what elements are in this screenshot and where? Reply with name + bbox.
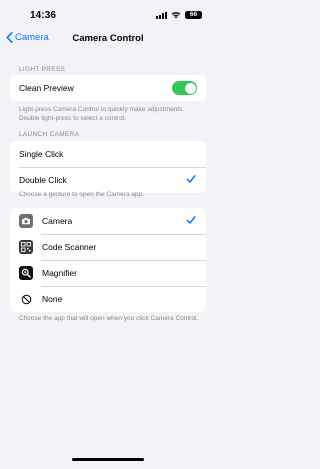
option-label: None	[42, 294, 63, 304]
cellular-signal-icon	[156, 11, 167, 19]
option-none[interactable]: None	[10, 286, 206, 312]
section-header-launch-camera: LAUNCH CAMERA	[19, 131, 80, 138]
camera-icon	[19, 214, 33, 228]
section-header-light-press: LIGHT PRESS	[19, 66, 66, 73]
option-label: Code Scanner	[42, 242, 97, 252]
option-camera[interactable]: Camera	[10, 208, 206, 234]
clean-preview-toggle[interactable]	[172, 81, 197, 95]
page-title: Camera Control	[72, 33, 144, 44]
app-selection-group: Camera Code Scanner Magnifier None	[10, 208, 206, 312]
launch-camera-footer: Choose a gesture to open the Camera app.	[19, 191, 145, 198]
option-label: Magnifier	[42, 268, 77, 278]
option-single-click[interactable]: Single Click	[10, 141, 206, 167]
light-press-group: Clean Preview	[10, 75, 206, 101]
option-magnifier[interactable]: Magnifier	[10, 260, 206, 286]
magnifier-icon	[19, 266, 33, 280]
clean-preview-label: Clean Preview	[19, 83, 74, 93]
navigation-bar: Camera Camera Control	[0, 28, 216, 50]
option-label: Camera	[42, 216, 73, 226]
status-time: 14:36	[30, 10, 57, 21]
wifi-icon	[171, 12, 181, 19]
status-icons: 66	[156, 10, 202, 20]
option-label: Single Click	[19, 149, 64, 159]
qr-code-icon	[19, 240, 33, 254]
app-selection-footer: Choose the app that will open when you c…	[19, 315, 199, 322]
status-bar: 14:36 66	[0, 0, 216, 26]
none-icon	[19, 292, 33, 306]
checkmark-icon	[186, 216, 196, 224]
toggle-knob	[184, 82, 196, 94]
option-code-scanner[interactable]: Code Scanner	[10, 234, 206, 260]
clean-preview-row: Clean Preview	[10, 75, 206, 101]
option-label: Double Click	[19, 175, 67, 185]
launch-camera-group: Single Click Double Click	[10, 141, 206, 193]
home-indicator	[72, 458, 144, 461]
light-press-footer: Light-press Camera Control to quickly ma…	[19, 106, 185, 122]
checkmark-icon	[186, 175, 196, 183]
battery-icon: 66	[185, 11, 202, 19]
